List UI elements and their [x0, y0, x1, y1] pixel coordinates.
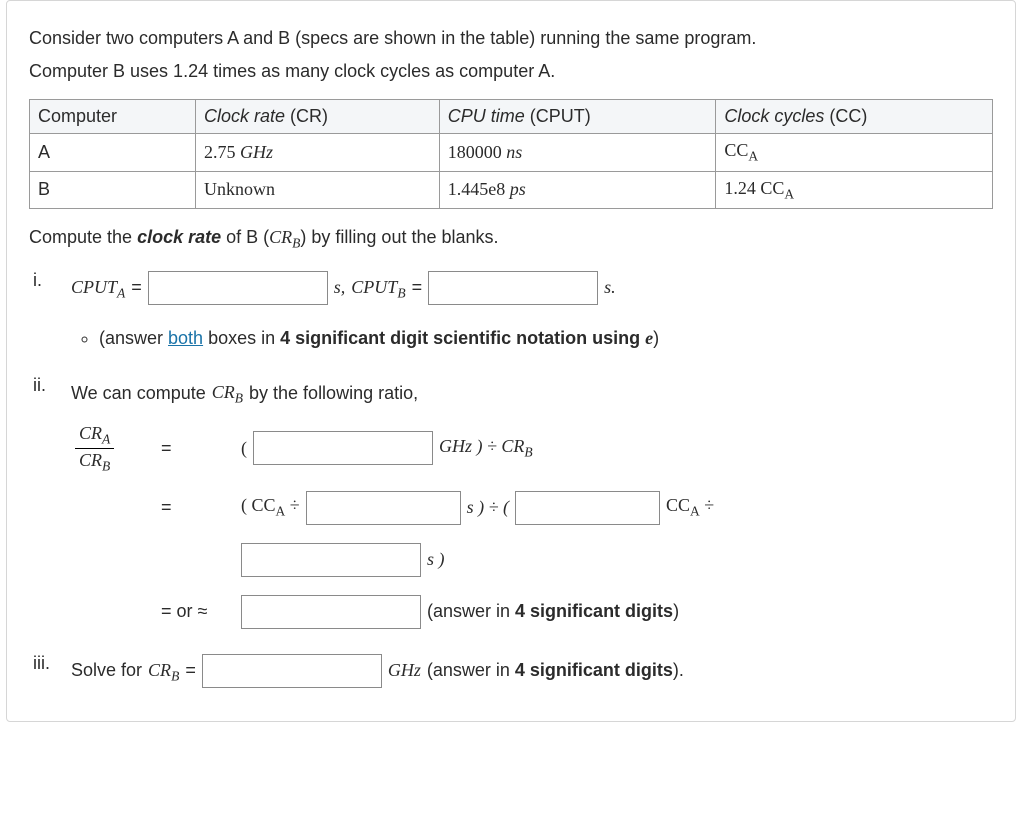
eq-or-approx: = or ≈ [161, 601, 241, 622]
cputa-input[interactable] [148, 271, 328, 305]
cputb-s-input[interactable] [241, 543, 421, 577]
part-ii: ii. We can compute CRB by the following … [29, 373, 993, 628]
cell-cr: Unknown [195, 171, 439, 209]
ratio-result-input[interactable] [241, 595, 421, 629]
equals: = [131, 268, 142, 308]
s-close-open: s ) ÷ ( [467, 497, 509, 518]
crb-var: CRB [148, 651, 179, 691]
table-header-row: Computer Clock rate (CR) CPU time (CPUT)… [30, 100, 993, 134]
both-link[interactable]: both [168, 328, 203, 348]
ratio-fraction: CRA CRB [75, 424, 114, 473]
cputa-var: CPUTA [71, 268, 125, 308]
table-row: A 2.75 GHz 180000 ns CCA [30, 134, 993, 172]
col-computer: Computer [30, 100, 196, 134]
cell-cc: 1.24 CCA [716, 171, 993, 209]
s-close: s ) [427, 549, 445, 570]
unit-ghz: GHz [388, 651, 421, 691]
prompt: Compute the clock rate of B (CRB) by fil… [29, 227, 993, 252]
cell-name: B [30, 171, 196, 209]
cputa-s-input[interactable] [306, 491, 461, 525]
intro-line-1: Consider two computers A and B (specs ar… [29, 25, 993, 52]
cca-div: CCA ÷ [666, 495, 714, 520]
specs-table: Computer Clock rate (CR) CPU time (CPUT)… [29, 99, 993, 209]
intro-line-2: Computer B uses 1.24 times as many clock… [29, 58, 993, 85]
crb-var: CRB [212, 373, 243, 413]
cell-cput: 180000 ns [439, 134, 716, 172]
ccb-factor-input[interactable] [515, 491, 660, 525]
part-iii: iii. Solve for CRB = GHz (answer in 4 si… [29, 651, 993, 691]
cra-ghz-input[interactable] [253, 431, 433, 465]
cell-cput: 1.445e8 ps [439, 171, 716, 209]
cputb-var: CPUTB [351, 268, 405, 308]
equals: = [161, 438, 241, 459]
ghz-div-crb: GHz ) ÷ CRB [439, 436, 533, 461]
cell-cr: 2.75 GHz [195, 134, 439, 172]
cca-div-open: ( CCA ÷ [241, 495, 300, 520]
cell-cc: CCA [716, 134, 993, 172]
open-paren: ( [241, 438, 247, 459]
equals: = [185, 651, 196, 691]
part-i: i. CPUTA = s, CPUTB = s. (answer both bo… [29, 268, 993, 351]
part-label: ii. [33, 375, 46, 396]
unit-s: s, [334, 268, 346, 308]
note-ii: (answer in 4 significant digits) [427, 601, 679, 622]
cell-name: A [30, 134, 196, 172]
part-label: iii. [33, 653, 50, 674]
col-clock-rate: Clock rate (CR) [195, 100, 439, 134]
lead-text: We can compute [71, 374, 206, 414]
equals: = [161, 497, 241, 518]
cputb-input[interactable] [428, 271, 598, 305]
note-i: (answer both boxes in 4 significant digi… [99, 326, 993, 351]
col-cpu-time: CPU time (CPUT) [439, 100, 716, 134]
equals: = [412, 268, 423, 308]
part-label: i. [33, 270, 42, 291]
note-iii: (answer in 4 significant digits). [427, 651, 684, 691]
lead-text: Solve for [71, 651, 142, 691]
col-clock-cycles: Clock cycles (CC) [716, 100, 993, 134]
unit-s: s. [604, 268, 616, 308]
tail-text: by the following ratio, [249, 374, 418, 414]
question-panel: Consider two computers A and B (specs ar… [6, 0, 1016, 722]
crb-result-input[interactable] [202, 654, 382, 688]
table-row: B Unknown 1.445e8 ps 1.24 CCA [30, 171, 993, 209]
